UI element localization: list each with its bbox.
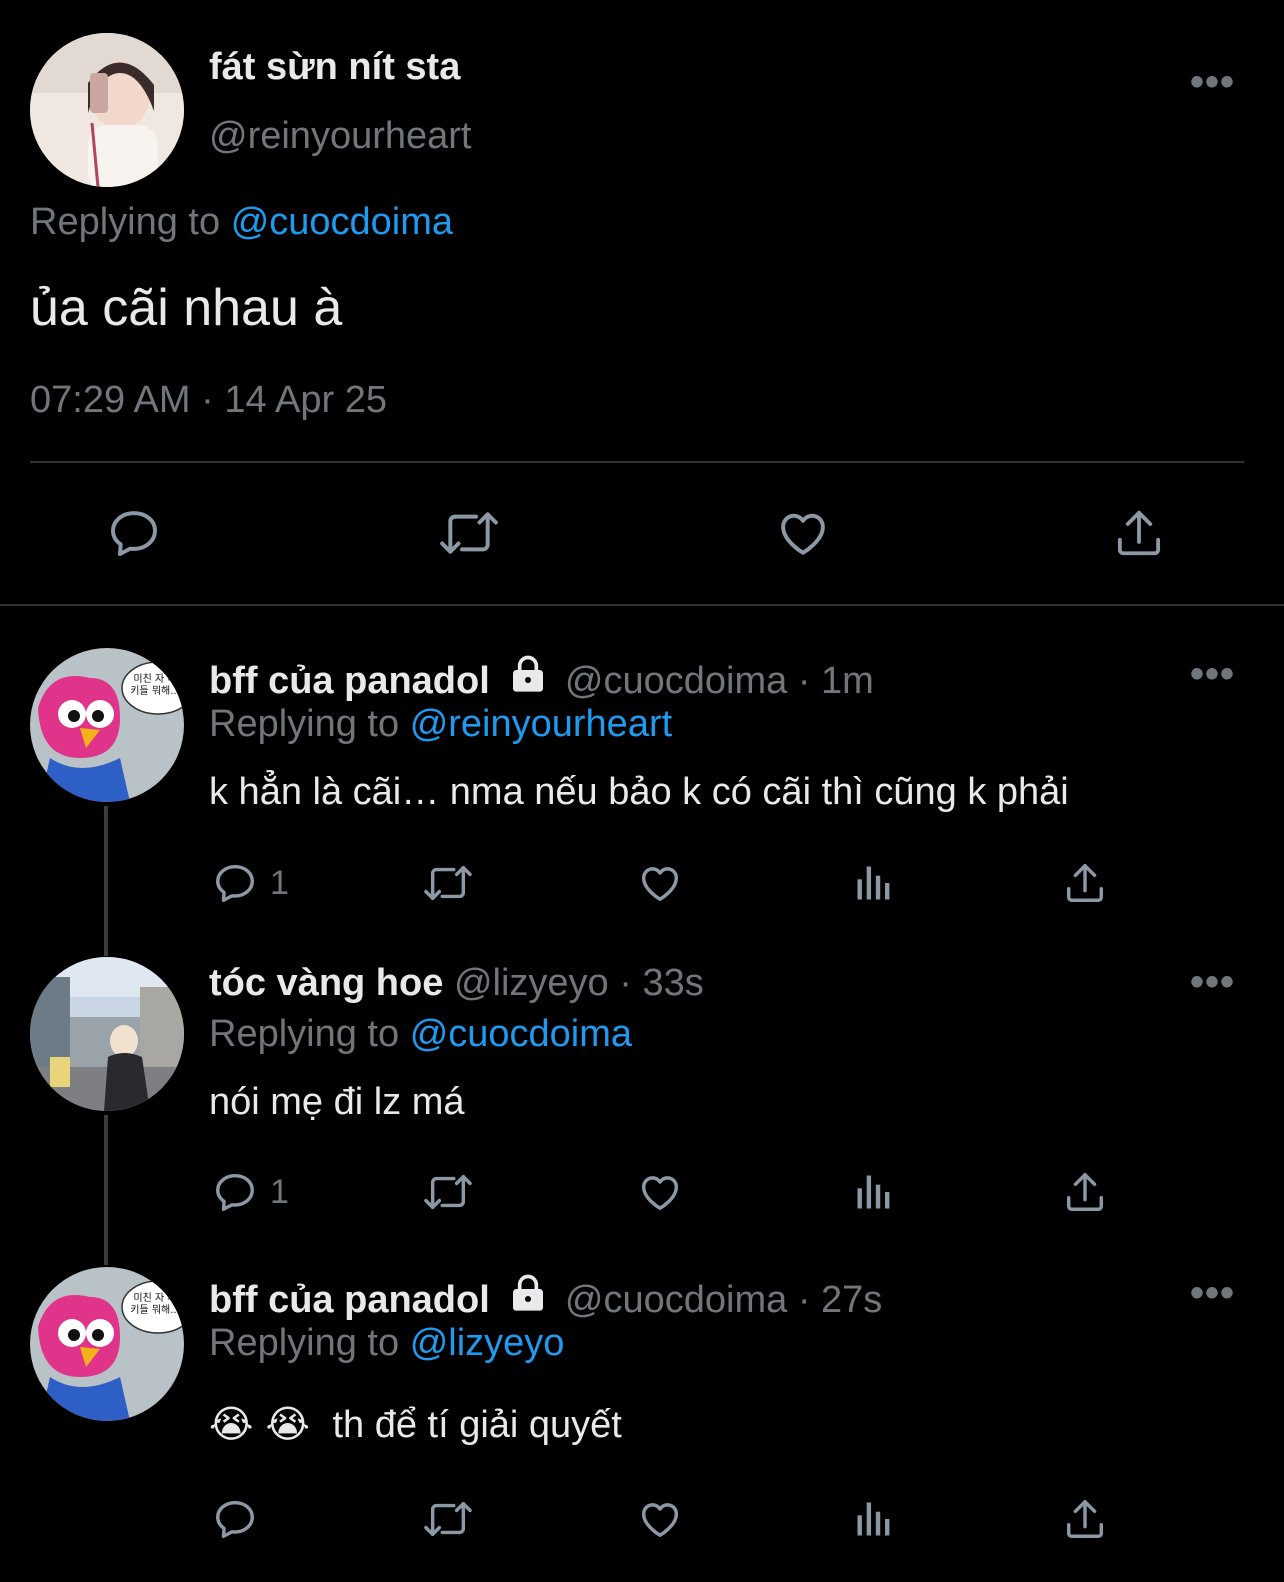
reply-icon[interactable] [212, 860, 258, 906]
thread-line [104, 806, 108, 956]
avatar[interactable] [30, 957, 184, 1111]
replying-to-link[interactable]: @cuocdoima [231, 201, 453, 243]
views-icon[interactable] [852, 1496, 896, 1542]
like-icon[interactable] [636, 860, 684, 906]
share-icon[interactable] [1112, 505, 1166, 561]
reply-count: 1 [270, 864, 289, 902]
share-icon[interactable] [1062, 1169, 1108, 1215]
retweet-icon[interactable] [420, 860, 476, 906]
reply-text: 😭 😭 th để tí giải quyết [209, 1402, 622, 1447]
views-icon[interactable] [852, 1169, 896, 1215]
display-name[interactable]: bff của panadol [209, 660, 490, 702]
reply-count: 1 [270, 1173, 289, 1211]
display-name[interactable]: fát sừn nít sta [209, 46, 460, 89]
tweet-text: ủa cãi nhau à [30, 279, 343, 337]
lock-icon [508, 655, 548, 705]
handle[interactable]: @reinyourheart [209, 115, 471, 158]
reply-text-body: th để tí giải quyết [332, 1404, 622, 1446]
avatar[interactable]: 미친 자 새키들 뭐해... [30, 1267, 184, 1421]
replying-to-link[interactable]: @lizyeyo [410, 1322, 565, 1364]
replying-to: Replying to @cuocdoima [30, 201, 453, 244]
retweet-icon[interactable] [436, 505, 502, 561]
reply-header: tóc vàng hoe @lizyeyo · 33s [209, 962, 704, 1005]
more-icon[interactable]: ••• [1190, 962, 1235, 1002]
avatar[interactable] [30, 33, 184, 187]
share-icon[interactable] [1062, 860, 1108, 906]
divider [30, 461, 1244, 463]
replying-to: Replying to @cuocdoima [209, 1013, 632, 1056]
replying-label: Replying to [209, 703, 400, 745]
reply-icon[interactable] [212, 1496, 258, 1542]
more-icon[interactable]: ••• [1190, 1273, 1235, 1313]
like-icon[interactable] [636, 1496, 684, 1542]
more-icon[interactable]: ••• [1190, 654, 1235, 694]
relative-time[interactable]: · 33s [619, 962, 703, 1004]
views-icon[interactable] [852, 860, 896, 906]
replying-to: Replying to @reinyourheart [209, 703, 672, 746]
relative-time[interactable]: · 27s [798, 1279, 882, 1321]
like-icon[interactable] [636, 1169, 684, 1215]
replying-label: Replying to [209, 1322, 400, 1364]
lock-icon [508, 1274, 548, 1324]
replying-to-link[interactable]: @cuocdoima [410, 1013, 632, 1055]
reply-header: bff của panadol @cuocdoima · 1m [209, 655, 874, 705]
reply-text: k hẳn là cãi… nma nếu bảo k có cãi thì c… [209, 771, 1069, 813]
reply-icon[interactable] [212, 1169, 258, 1215]
replying-label: Replying to [209, 1013, 400, 1055]
timestamp[interactable]: 07:29 AM · 14 Apr 25 [30, 379, 387, 422]
crying-emoji: 😭 😭 [209, 1402, 310, 1446]
display-name[interactable]: bff của panadol [209, 1279, 490, 1321]
replying-label: Replying to [30, 201, 221, 243]
thread-line [104, 1115, 108, 1265]
handle[interactable]: @cuocdoima [565, 1279, 787, 1321]
replying-to: Replying to @lizyeyo [209, 1322, 564, 1365]
replying-to-link[interactable]: @reinyourheart [410, 703, 672, 745]
share-icon[interactable] [1062, 1496, 1108, 1542]
section-divider [0, 604, 1284, 606]
handle[interactable]: @lizyeyo [454, 962, 609, 1004]
relative-time[interactable]: · 1m [798, 660, 874, 702]
avatar-speech-text: 미친 자 새키들 뭐해... [130, 1293, 180, 1316]
retweet-icon[interactable] [420, 1169, 476, 1215]
avatar[interactable]: 미친 자 새키들 뭐해... [30, 648, 184, 802]
reply-text: nói mẹ đi lz má [209, 1081, 465, 1123]
reply-icon[interactable] [106, 505, 162, 561]
display-name[interactable]: tóc vàng hoe [209, 962, 443, 1004]
like-icon[interactable] [774, 505, 832, 561]
handle[interactable]: @cuocdoima [565, 660, 787, 702]
reply-header: bff của panadol @cuocdoima · 27s [209, 1274, 882, 1324]
more-icon[interactable]: ••• [1190, 62, 1235, 102]
retweet-icon[interactable] [420, 1496, 476, 1542]
avatar-speech-text: 미친 자 새키들 뭐해... [130, 674, 180, 697]
